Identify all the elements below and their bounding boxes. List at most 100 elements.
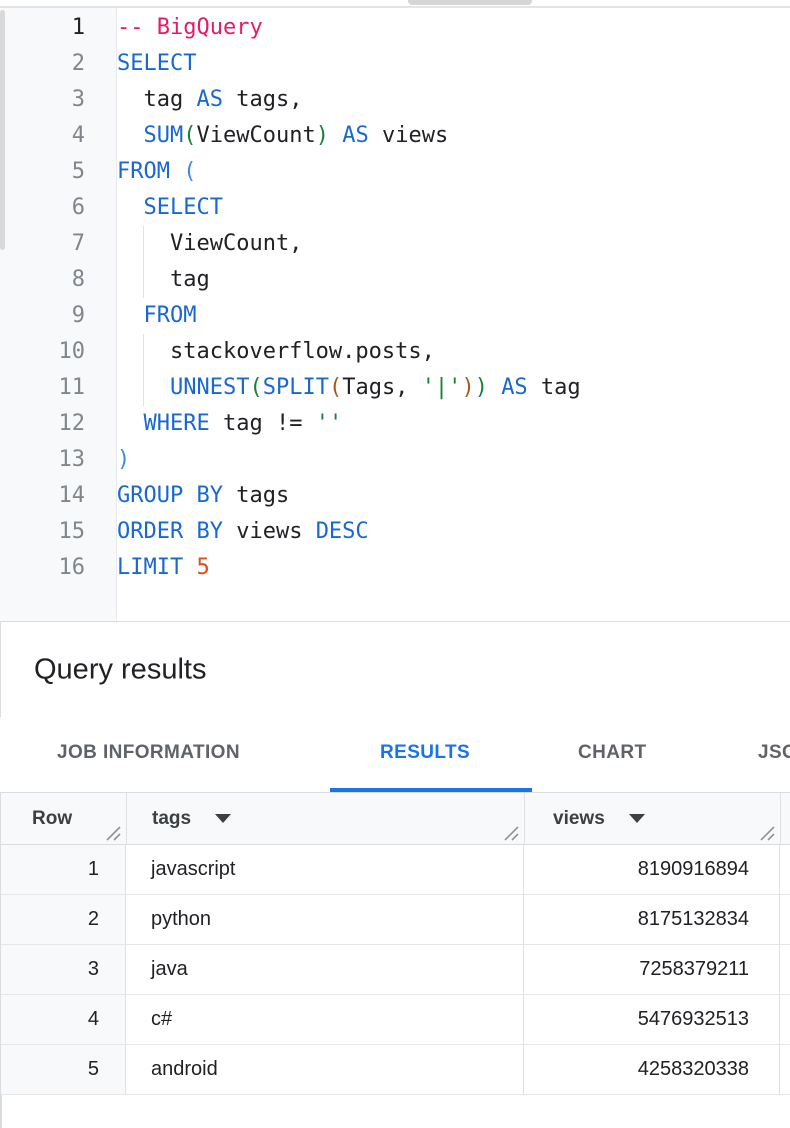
- tags-cell[interactable]: python: [126, 895, 524, 944]
- tab-json[interactable]: JSON: [758, 717, 790, 789]
- row-spacer-cell: [780, 995, 790, 1044]
- line-number: 1: [0, 10, 85, 46]
- row-number-cell: 2: [1, 895, 126, 944]
- line-number: 8: [0, 262, 85, 298]
- column-menu-caret-icon[interactable]: [215, 814, 231, 823]
- code-text: SELECT: [117, 46, 196, 82]
- row-number-cell: 3: [1, 945, 126, 994]
- column-label-tags: tags: [152, 808, 191, 830]
- results-table: Row tags views 1javascript81909168942pyt…: [0, 793, 790, 1095]
- views-cell[interactable]: 8175132834: [524, 895, 780, 944]
- column-label-row: Row: [32, 808, 72, 830]
- table-row: 3java7258379211: [1, 945, 790, 995]
- code-line[interactable]: 8 tag: [0, 262, 790, 298]
- line-number: 4: [0, 118, 85, 154]
- column-header-row: Row: [1, 793, 126, 844]
- line-number: 12: [0, 406, 85, 442]
- column-resize-handle[interactable]: [105, 826, 121, 841]
- row-spacer-cell: [780, 895, 790, 944]
- code-line[interactable]: 16 LIMIT 5: [0, 550, 790, 586]
- code-text: tag: [117, 262, 210, 298]
- code-line[interactable]: 13): [0, 442, 790, 478]
- tab-results[interactable]: RESULTS: [380, 717, 470, 789]
- code-text: ViewCount,: [117, 226, 302, 262]
- code-text: FROM (: [117, 154, 196, 190]
- code-text: UNNEST(SPLIT(Tags, '|')) AS tag: [117, 370, 581, 406]
- code-text: ): [117, 442, 130, 478]
- code-text: FROM: [117, 298, 196, 334]
- code-text: SELECT: [117, 190, 223, 226]
- table-row: 5android4258320338: [1, 1045, 790, 1095]
- sql-editor[interactable]: 1-- BigQuery2SELECT3 tag AS tags,4 SUM(V…: [0, 0, 790, 622]
- code-line[interactable]: 7 ViewCount,: [0, 226, 790, 262]
- indent-guide: [143, 226, 144, 298]
- code-line[interactable]: 9 FROM: [0, 298, 790, 334]
- row-spacer-cell: [780, 1045, 790, 1094]
- line-number: 9: [0, 298, 85, 334]
- code-line[interactable]: 14 GROUP BY tags: [0, 478, 790, 514]
- tags-cell[interactable]: java: [126, 945, 524, 994]
- line-number: 5: [0, 154, 85, 190]
- code-line[interactable]: 5 FROM (: [0, 154, 790, 190]
- code-line[interactable]: 12 WHERE tag != '': [0, 406, 790, 442]
- table-row: 2python8175132834: [1, 895, 790, 945]
- line-number: 13: [0, 442, 85, 478]
- views-cell[interactable]: 8190916894: [524, 845, 780, 894]
- column-menu-caret-icon[interactable]: [629, 814, 645, 823]
- table-header-row: Row tags views: [1, 793, 790, 845]
- indent-guide: [143, 334, 144, 406]
- code-lines: 1-- BigQuery2SELECT3 tag AS tags,4 SUM(V…: [0, 10, 790, 586]
- code-text: SUM(ViewCount) AS views: [117, 118, 448, 154]
- query-results-header: Query results: [0, 622, 790, 717]
- code-line[interactable]: 10 stackoverflow.posts,: [0, 334, 790, 370]
- code-text: stackoverflow.posts,: [117, 334, 435, 370]
- column-header-views[interactable]: views: [524, 793, 780, 844]
- page-title: Query results: [34, 653, 206, 686]
- horizontal-scrollbar-thumb[interactable]: [408, 0, 532, 5]
- line-number: 10: [0, 334, 85, 370]
- table-row: 1javascript8190916894: [1, 845, 790, 895]
- line-number: 11: [0, 370, 85, 406]
- line-number: 3: [0, 82, 85, 118]
- row-number-cell: 4: [1, 995, 126, 1044]
- active-tab-indicator: [330, 788, 532, 792]
- column-label-views: views: [553, 808, 605, 830]
- results-tab-bar: JOB INFORMATION RESULTS CHART JSON: [0, 717, 790, 793]
- line-number: 15: [0, 514, 85, 550]
- line-number: 2: [0, 46, 85, 82]
- code-line[interactable]: 11 UNNEST(SPLIT(Tags, '|')) AS tag: [0, 370, 790, 406]
- code-line[interactable]: 1 -- BigQuery: [0, 10, 790, 46]
- line-number: 7: [0, 226, 85, 262]
- code-text: WHERE tag != '': [117, 406, 342, 442]
- code-line[interactable]: 4 SUM(ViewCount) AS views: [0, 118, 790, 154]
- tags-cell[interactable]: android: [126, 1045, 524, 1094]
- row-spacer-cell: [780, 845, 790, 894]
- code-line[interactable]: 2 SELECT: [0, 46, 790, 82]
- code-text: ORDER BY views DESC: [117, 514, 369, 550]
- line-number: 16: [0, 550, 85, 586]
- tags-cell[interactable]: javascript: [126, 845, 524, 894]
- code-line[interactable]: 3 tag AS tags,: [0, 82, 790, 118]
- tab-job-information[interactable]: JOB INFORMATION: [57, 717, 240, 789]
- tags-cell[interactable]: c#: [126, 995, 524, 1044]
- editor-top-divider: [0, 6, 790, 8]
- column-header-spacer: [780, 793, 790, 844]
- code-line[interactable]: 15 ORDER BY views DESC: [0, 514, 790, 550]
- column-resize-handle[interactable]: [503, 826, 519, 841]
- code-text: GROUP BY tags: [117, 478, 289, 514]
- line-number: 6: [0, 190, 85, 226]
- row-spacer-cell: [780, 945, 790, 994]
- panel-left-edge: [0, 1095, 2, 1128]
- code-text: -- BigQuery: [117, 10, 263, 46]
- table-row: 4c#5476932513: [1, 995, 790, 1045]
- tab-chart[interactable]: CHART: [578, 717, 647, 789]
- line-number: 14: [0, 478, 85, 514]
- views-cell[interactable]: 4258320338: [524, 1045, 780, 1094]
- code-text: LIMIT 5: [117, 550, 210, 586]
- column-header-tags[interactable]: tags: [126, 793, 524, 844]
- code-line[interactable]: 6 SELECT: [0, 190, 790, 226]
- column-resize-handle[interactable]: [759, 826, 775, 841]
- views-cell[interactable]: 5476932513: [524, 995, 780, 1044]
- code-text: tag AS tags,: [117, 82, 302, 118]
- views-cell[interactable]: 7258379211: [524, 945, 780, 994]
